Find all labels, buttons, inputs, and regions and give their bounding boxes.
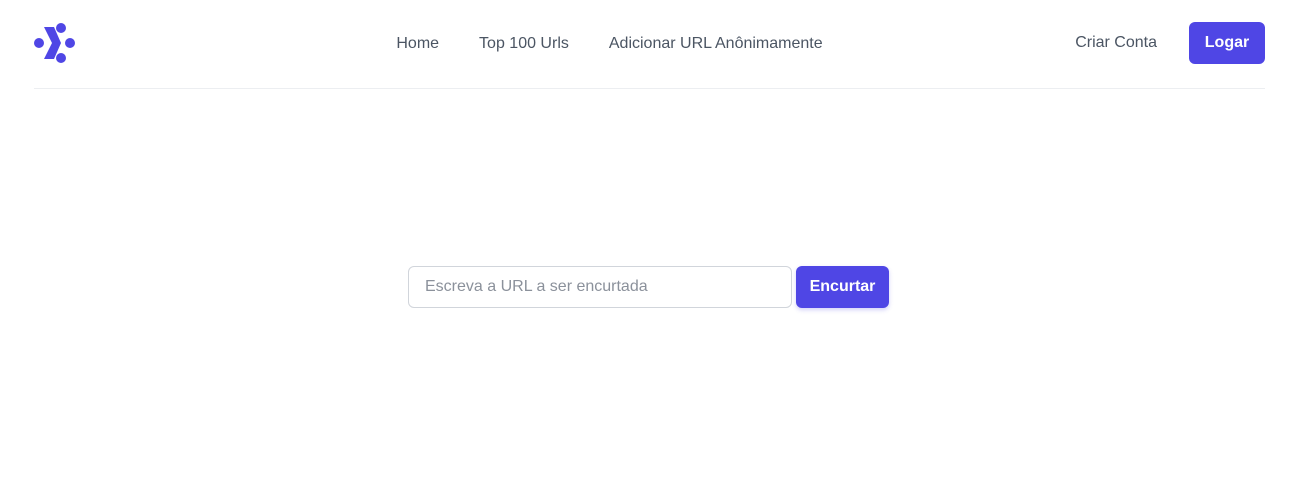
shorten-form: Encurtar	[408, 266, 889, 308]
top-header: Home Top 100 Urls Adicionar URL Anônimam…	[34, 0, 1265, 89]
shorten-button[interactable]: Encurtar	[796, 266, 889, 308]
login-button[interactable]: Logar	[1189, 22, 1265, 64]
nav-add-anonymous-link[interactable]: Adicionar URL Anônimamente	[609, 31, 823, 57]
signup-link[interactable]: Criar Conta	[1075, 34, 1157, 52]
nav-top-100-link[interactable]: Top 100 Urls	[479, 31, 569, 57]
url-input[interactable]	[408, 266, 792, 308]
auth-actions: Criar Conta Logar	[1075, 22, 1265, 64]
nav-home-link[interactable]: Home	[396, 31, 439, 57]
